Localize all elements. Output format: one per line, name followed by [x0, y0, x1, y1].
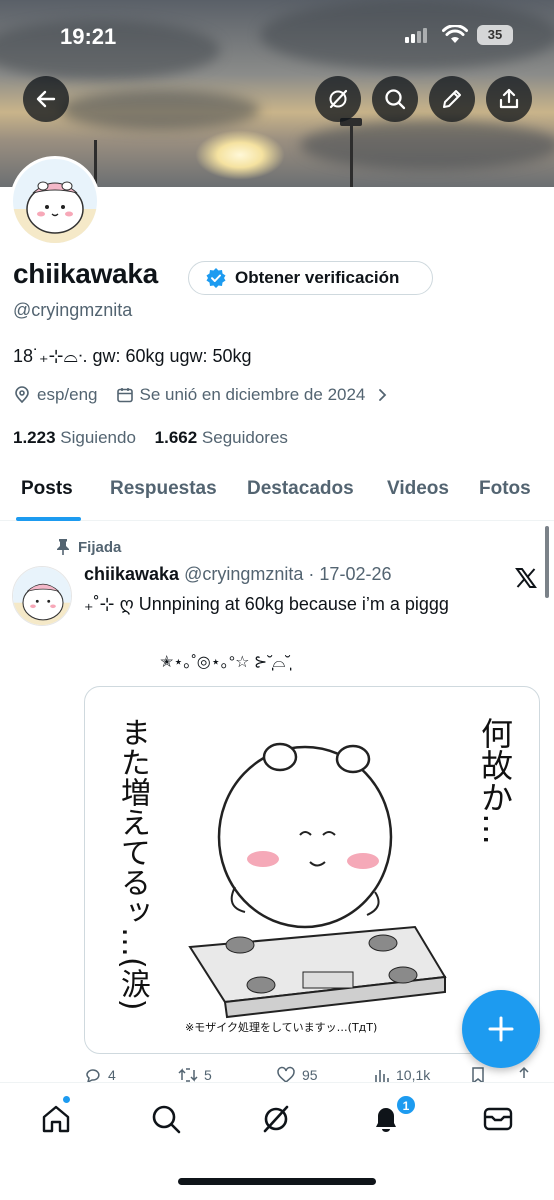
scrollbar[interactable] [545, 526, 549, 598]
tab-videos[interactable]: Videos [387, 478, 449, 500]
grok-icon [329, 89, 348, 109]
post-decoration: ✭⋆｡˚◎⋆｡°☆ ⊱˘̩̩̩⌓˘̩̩̩ [160, 654, 291, 671]
cellular-signal-icon [405, 28, 427, 43]
post-image[interactable]: また増えてるッ…(涙) 何故か… ※モザイク処理をしていますッ…(TдT) [84, 686, 540, 1054]
profile-avatar[interactable] [10, 156, 100, 246]
get-verified-button[interactable]: Obtener verificación [188, 261, 433, 295]
post-separator: · [308, 564, 315, 584]
comic-note: ※モザイク処理をしていますッ…(TдT) [185, 1021, 378, 1034]
profile-name: chiikawaka [13, 258, 158, 289]
arrow-left-icon [36, 90, 56, 108]
search-icon [385, 89, 406, 110]
status-bar: 19:21 35 [0, 0, 554, 72]
nav-home[interactable] [36, 1099, 76, 1139]
post-header: chiikawaka @cryingmznita · 17-02-26 [84, 564, 391, 585]
location-pin-icon [15, 386, 29, 404]
home-icon [42, 1105, 70, 1133]
chevron-right-icon[interactable] [375, 388, 389, 402]
notifications-badge: 1 [396, 1095, 416, 1115]
tab-posts[interactable]: Posts [21, 478, 73, 500]
tab-photos[interactable]: Fotos [479, 478, 531, 500]
post-avatar[interactable] [12, 566, 72, 626]
post-date[interactable]: 17-02-26 [319, 564, 391, 584]
profile-handle: @cryingmznita [13, 300, 133, 320]
post-author[interactable]: chiikawaka [84, 564, 179, 584]
search-button[interactable] [372, 76, 418, 122]
share-icon [499, 88, 519, 109]
nav-search[interactable] [146, 1099, 186, 1139]
x-logo-icon[interactable] [514, 566, 538, 590]
views-count: 10,1k [396, 1067, 431, 1083]
followers-count: 1.662 [154, 428, 198, 447]
profile-joined: Se unió en diciembre de 2024 [139, 385, 366, 404]
post-handle: @cryingmznita [184, 564, 304, 584]
profile-tabs: Posts Respuestas Destacados Videos Fotos [0, 470, 554, 521]
tab-replies[interactable]: Respuestas [110, 478, 217, 500]
following-label: Siguiendo [60, 428, 136, 447]
repost-count: 5 [204, 1067, 212, 1083]
following-count: 1.223 [13, 428, 56, 447]
verified-badge-icon [206, 268, 226, 288]
profile-meta: esp/eng Se unió en diciembre de 2024 [13, 385, 389, 405]
active-tab-indicator [16, 517, 81, 521]
tab-highlights[interactable]: Destacados [247, 478, 354, 500]
followers-link[interactable]: 1.662 Seguidores [155, 428, 288, 447]
pin-icon [57, 539, 69, 555]
get-verified-label: Obtener verificación [235, 268, 400, 287]
reply-count: 4 [108, 1067, 116, 1083]
search-icon [152, 1105, 181, 1134]
grok-button[interactable] [315, 76, 361, 122]
like-count: 95 [302, 1067, 318, 1083]
following-link[interactable]: 1.223 Siguiendo [13, 428, 136, 447]
wifi-icon [442, 25, 468, 43]
profile-bio: 18˙₊⊹⌓ᐧ. gw: 60kg ugw: 50kg [13, 346, 252, 366]
grok-icon [263, 1105, 289, 1133]
pinned-indicator: Fijada [56, 538, 121, 556]
comic-right-text: 何故か… [476, 717, 514, 845]
home-indicator[interactable] [178, 1178, 376, 1185]
profile-location: esp/eng [37, 385, 98, 404]
nav-messages[interactable] [478, 1099, 518, 1139]
follow-stats: 1.223 Siguiendo 1.662 Seguidores [13, 428, 288, 448]
status-time: 19:21 [60, 24, 117, 49]
nav-grok[interactable] [256, 1099, 296, 1139]
compose-post-button[interactable] [462, 990, 540, 1068]
followers-label: Seguidores [201, 428, 288, 447]
comic-left-text: また増えてるッ…(涙) [115, 717, 150, 1011]
battery-indicator: 35 [477, 25, 513, 45]
calendar-icon [116, 388, 133, 403]
home-notification-dot [62, 1095, 71, 1104]
mail-icon [483, 1107, 513, 1131]
pencil-icon [443, 90, 461, 108]
back-button[interactable] [23, 76, 69, 122]
post-text: ₊˚⊹ ღ Unnpining at 60kg because i’m a pi… [84, 594, 449, 614]
share-button[interactable] [486, 76, 532, 122]
edit-button[interactable] [429, 76, 475, 122]
pinned-label: Fijada [78, 538, 122, 556]
plus-icon [488, 1016, 514, 1042]
